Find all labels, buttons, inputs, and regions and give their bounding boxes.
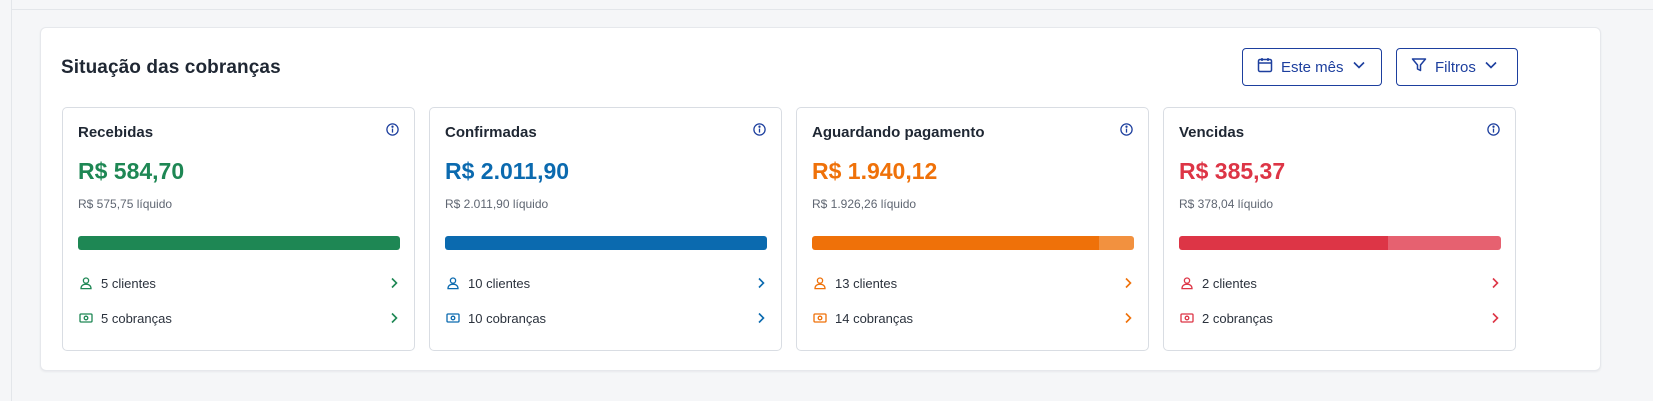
filters-dropdown-button[interactable]: Filtros bbox=[1396, 48, 1518, 86]
card-net-amount: R$ 1.926,26 líquido bbox=[812, 197, 917, 211]
filters-label: Filtros bbox=[1435, 58, 1476, 76]
chevron-right-icon bbox=[1123, 276, 1133, 290]
period-label: Este mês bbox=[1281, 58, 1344, 76]
card-net-amount: R$ 2.011,90 líquido bbox=[445, 197, 549, 211]
user-icon bbox=[812, 275, 828, 291]
calendar-icon bbox=[1257, 57, 1273, 77]
chevron-right-icon bbox=[756, 311, 766, 325]
banknote-icon bbox=[812, 310, 828, 326]
banknote-icon bbox=[1179, 310, 1195, 326]
progress-fill bbox=[78, 236, 400, 250]
charges-link[interactable]: 5 cobranças bbox=[78, 308, 400, 328]
chevron-down-icon bbox=[1484, 58, 1498, 76]
banknote-icon bbox=[445, 310, 461, 326]
period-dropdown-button[interactable]: Este mês bbox=[1242, 48, 1382, 86]
charges-link[interactable]: 10 cobranças bbox=[445, 308, 767, 328]
progress-fill bbox=[445, 236, 767, 250]
card-title: Recebidas bbox=[78, 124, 154, 141]
banknote-icon bbox=[78, 310, 94, 326]
chevron-down-icon bbox=[1352, 58, 1366, 76]
charges-count: 2 cobranças bbox=[1202, 310, 1273, 326]
clients-link[interactable]: 2 clientes bbox=[1179, 273, 1501, 293]
info-icon[interactable] bbox=[753, 123, 766, 136]
info-icon[interactable] bbox=[1487, 123, 1500, 136]
clients-link[interactable]: 5 clientes bbox=[78, 273, 400, 293]
card-aguardando-pagamento: Aguardando pagamento R$ 1.940,12 R$ 1.92… bbox=[796, 107, 1149, 351]
top-divider bbox=[12, 9, 1653, 10]
user-icon bbox=[78, 275, 94, 291]
card-title: Confirmadas bbox=[445, 124, 537, 141]
charges-link[interactable]: 2 cobranças bbox=[1179, 308, 1501, 328]
charges-count: 5 cobranças bbox=[101, 310, 172, 326]
charges-count: 14 cobranças bbox=[835, 310, 914, 326]
card-vencidas: Vencidas R$ 385,37 R$ 378,04 líquido 2 c… bbox=[1163, 107, 1516, 351]
panel-title: Situação das cobranças bbox=[61, 57, 281, 78]
progress-fill bbox=[812, 236, 1099, 250]
user-icon bbox=[1179, 275, 1195, 291]
progress-remaining bbox=[1098, 236, 1134, 250]
info-icon[interactable] bbox=[1120, 123, 1133, 136]
chevron-right-icon bbox=[389, 276, 399, 290]
card-confirmadas: Confirmadas R$ 2.011,90 R$ 2.011,90 líqu… bbox=[429, 107, 782, 351]
card-title: Vencidas bbox=[1179, 124, 1245, 141]
card-amount: R$ 1.940,12 bbox=[812, 158, 938, 184]
charges-link[interactable]: 14 cobranças bbox=[812, 308, 1134, 328]
clients-link[interactable]: 10 clientes bbox=[445, 273, 767, 293]
progress-remaining bbox=[1388, 236, 1501, 250]
charges-count: 10 cobranças bbox=[468, 310, 547, 326]
card-progress-bar bbox=[812, 236, 1134, 250]
card-progress-bar bbox=[1179, 236, 1501, 250]
chevron-right-icon bbox=[389, 311, 399, 325]
chevron-right-icon bbox=[756, 276, 766, 290]
progress-fill bbox=[1179, 236, 1389, 250]
chevron-right-icon bbox=[1490, 311, 1500, 325]
info-icon[interactable] bbox=[386, 123, 399, 136]
card-amount: R$ 584,70 bbox=[78, 158, 185, 184]
card-amount: R$ 2.011,90 bbox=[445, 158, 570, 184]
left-rail bbox=[0, 0, 12, 401]
card-net-amount: R$ 378,04 líquido bbox=[1179, 197, 1274, 211]
card-net-amount: R$ 575,75 líquido bbox=[78, 197, 173, 211]
card-progress-bar bbox=[78, 236, 400, 250]
card-title: Aguardando pagamento bbox=[812, 124, 985, 141]
clients-count: 10 clientes bbox=[468, 275, 531, 291]
clients-count: 2 clientes bbox=[1202, 275, 1257, 291]
charges-status-panel: Situação das cobranças Este mês Filtros bbox=[40, 27, 1601, 371]
card-amount: R$ 385,37 bbox=[1179, 158, 1286, 184]
filter-icon bbox=[1411, 57, 1427, 77]
clients-count: 5 clientes bbox=[101, 275, 156, 291]
chevron-right-icon bbox=[1490, 276, 1500, 290]
user-icon bbox=[445, 275, 461, 291]
card-recebidas: Recebidas R$ 584,70 R$ 575,75 líquido 5 … bbox=[62, 107, 415, 351]
clients-link[interactable]: 13 clientes bbox=[812, 273, 1134, 293]
card-progress-bar bbox=[445, 236, 767, 250]
clients-count: 13 clientes bbox=[835, 275, 898, 291]
chevron-right-icon bbox=[1123, 311, 1133, 325]
